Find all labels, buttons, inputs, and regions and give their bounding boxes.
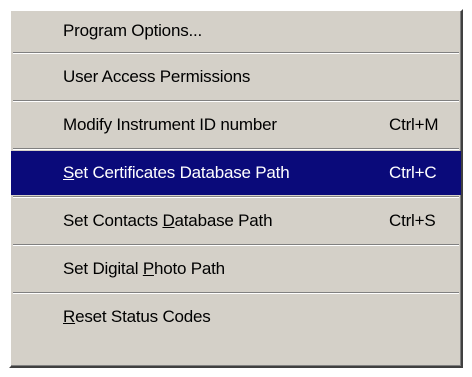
menu-item-label: Set Certificates Database Path: [63, 163, 290, 182]
menu-item-label: Reset Status Codes: [63, 307, 211, 326]
menu-item-program-options[interactable]: Program Options...: [11, 11, 461, 51]
menu-item-shortcut: Ctrl+C: [389, 163, 437, 182]
menu-item-shortcut: Ctrl+M: [389, 115, 439, 134]
menu-item-reset-status-codes[interactable]: Reset Status Codes: [11, 295, 461, 339]
menu-separator: [13, 196, 459, 198]
menu-item-label: Modify Instrument ID number: [63, 115, 277, 134]
menu-item-set-certificates-database-path[interactable]: Set Certificates Database Path Ctrl+C: [11, 151, 461, 195]
menu-item-set-contacts-database-path[interactable]: Set Contacts Database Path Ctrl+S: [11, 199, 461, 243]
menu-separator: [13, 148, 459, 150]
menu-separator: [13, 100, 459, 102]
menu-item-label: Set Digital Photo Path: [63, 259, 225, 278]
context-menu: Program Options... User Access Permissio…: [9, 9, 463, 368]
menu-item-modify-instrument-id[interactable]: Modify Instrument ID number Ctrl+M: [11, 103, 461, 147]
menu-separator: [13, 292, 459, 294]
menu-separator: [13, 244, 459, 246]
menu-item-user-access-permissions[interactable]: User Access Permissions: [11, 55, 461, 99]
menu-separator: [13, 52, 459, 54]
menu-item-shortcut: Ctrl+S: [389, 211, 436, 230]
menu-item-label: User Access Permissions: [63, 67, 251, 86]
menu-item-label: Program Options...: [63, 21, 203, 40]
menu-item-set-digital-photo-path[interactable]: Set Digital Photo Path: [11, 247, 461, 291]
menu-item-label: Set Contacts Database Path: [63, 211, 273, 230]
